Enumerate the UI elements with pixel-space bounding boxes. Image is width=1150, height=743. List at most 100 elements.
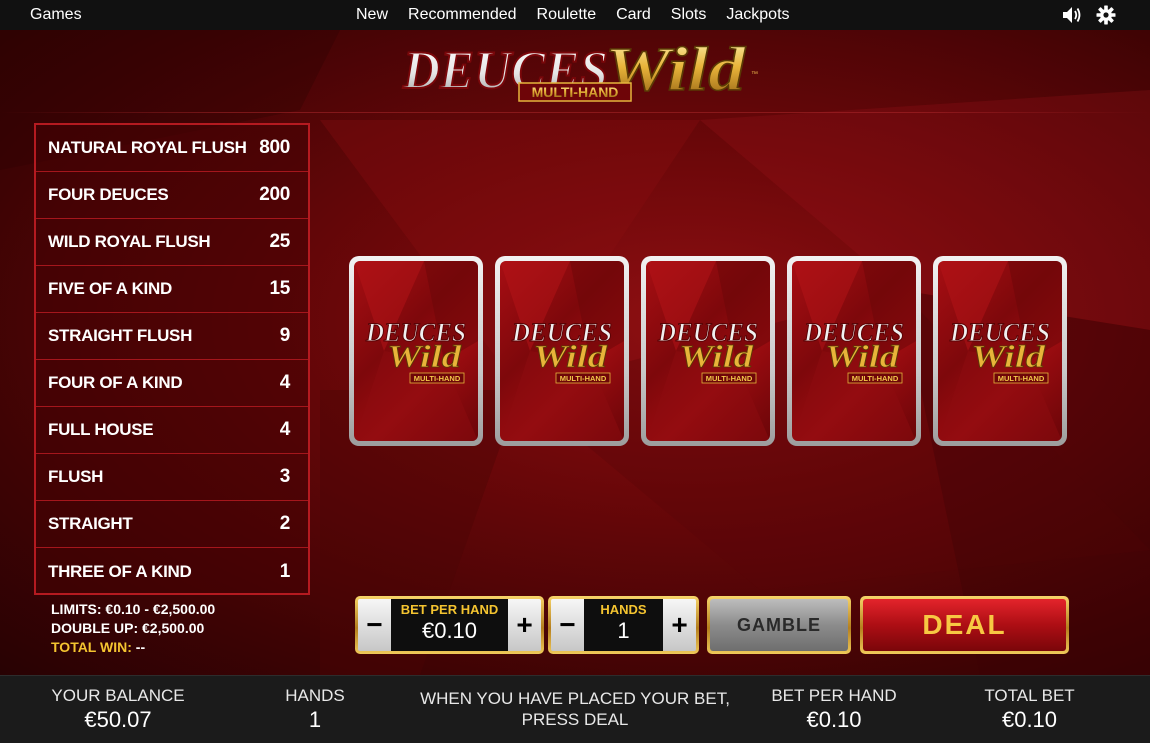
nav-item-new[interactable]: New <box>356 6 388 24</box>
paytable-pay: 800 <box>259 137 290 158</box>
paytable-row: FOUR OF A KIND 4 <box>36 360 308 407</box>
bet-per-hand-display-label: BET PER HAND <box>771 686 897 705</box>
status-message: WHEN YOU HAVE PLACED YOUR BET, PRESS DEA… <box>400 688 750 730</box>
card-slot-4[interactable]: DEUCES Wild MULTI-HAND <box>787 256 921 446</box>
card-title-2: Wild <box>533 338 608 374</box>
status-message-line-2: PRESS DEAL <box>521 710 629 729</box>
paytable-hand: NATURAL ROYAL FLUSH <box>48 138 247 157</box>
nav-item-jackpots[interactable]: Jackpots <box>726 6 789 24</box>
paytable-row: STRAIGHT FLUSH 9 <box>36 313 308 360</box>
nav-menu: New Recommended Roulette Card Slots Jack… <box>356 6 790 24</box>
paytable-hand: STRAIGHT <box>48 514 133 533</box>
nav-item-recommended[interactable]: Recommended <box>408 6 517 24</box>
bet-increase-button[interactable]: + <box>508 599 541 651</box>
paytable-hand: THREE OF A KIND <box>48 561 192 581</box>
bottom-status-bar: YOUR BALANCE €50.07 HANDS 1 WHEN YOU HAV… <box>0 675 1150 743</box>
balance-display: YOUR BALANCE €50.07 <box>48 686 188 733</box>
paytable-hand: FOUR OF A KIND <box>48 373 183 392</box>
nav-games[interactable]: Games <box>30 6 82 24</box>
card-back: DEUCES Wild MULTI-HAND <box>646 261 770 441</box>
card-back: DEUCES Wild MULTI-HAND <box>354 261 478 441</box>
paytable-pay: 2 <box>279 513 291 534</box>
bet-decrease-button[interactable]: − <box>358 599 391 651</box>
nav-item-slots[interactable]: Slots <box>671 6 707 24</box>
card-back: DEUCES Wild MULTI-HAND <box>792 261 916 441</box>
hands-display-label: HANDS <box>285 686 345 705</box>
paytable-row: FLUSH 3 <box>36 454 308 501</box>
paytable-pay: 3 <box>279 466 291 487</box>
card-back: DEUCES Wild MULTI-HAND <box>938 261 1062 441</box>
gear-icon[interactable] <box>1096 5 1116 30</box>
paytable-hand: FLUSH <box>48 467 104 486</box>
hands-display: HANDS 1 <box>270 686 360 733</box>
paytable-pay: 4 <box>279 419 291 440</box>
hands-increase-button[interactable]: + <box>663 599 696 651</box>
paytable-hand: WILD ROYAL FLUSH <box>48 232 211 251</box>
paytable-pay: 4 <box>279 372 291 393</box>
hands-label: HANDS <box>600 602 647 617</box>
bet-per-hand-display-value: €0.10 <box>806 707 862 732</box>
paytable-pay: 1 <box>279 560 291 582</box>
bet-per-hand-value: €0.10 <box>421 618 478 643</box>
card-slot-1[interactable]: DEUCES Wild MULTI-HAND <box>349 256 483 446</box>
status-message-line-1: WHEN YOU HAVE PLACED YOUR BET, <box>420 689 730 708</box>
gamble-button[interactable]: GAMBLE <box>707 596 851 654</box>
card-slot-3[interactable]: DEUCES Wild MULTI-HAND <box>641 256 775 446</box>
paytable-pay: 15 <box>269 278 290 299</box>
logo-subtitle: MULTI-HAND <box>532 84 619 100</box>
total-win-value: -- <box>135 639 146 655</box>
bet-per-hand-label: BET PER HAND <box>400 602 499 617</box>
bet-per-hand-display: BET PER HAND €0.10 <box>764 686 904 733</box>
card-title-2: Wild <box>387 338 462 374</box>
game-logo: DEUCES Wild ™ MULTI-HAND <box>395 32 765 105</box>
card-subtitle: MULTI-HAND <box>852 374 899 383</box>
card-title-2: Wild <box>679 338 754 374</box>
deal-button-label: DEAL <box>863 599 1066 651</box>
speaker-icon[interactable] <box>1062 5 1084 30</box>
hands-stepper: − HANDS 1 + <box>548 596 699 654</box>
paytable-row: STRAIGHT 2 <box>36 501 308 548</box>
bet-per-hand-stepper: − BET PER HAND €0.10 + <box>355 596 544 654</box>
card-back: DEUCES Wild MULTI-HAND <box>500 261 624 441</box>
paytable-pay: 25 <box>269 231 290 252</box>
game-area: DEUCES Wild ™ MULTI-HAND NATURAL ROYAL F… <box>0 30 1150 675</box>
paytable-row: FIVE OF A KIND 15 <box>36 266 308 313</box>
hands-display-value: 1 <box>308 707 322 732</box>
card-title-2: Wild <box>825 338 900 374</box>
paytable-pay: 9 <box>279 325 291 346</box>
double-up-text: DOUBLE UP: €2,500.00 <box>51 620 205 636</box>
limits-text: LIMITS: €0.10 - €2,500.00 <box>51 601 216 617</box>
card-subtitle: MULTI-HAND <box>414 374 461 383</box>
paytable-hand: FOUR DEUCES <box>48 185 169 204</box>
nav-item-roulette[interactable]: Roulette <box>537 6 597 24</box>
card-subtitle: MULTI-HAND <box>998 374 1045 383</box>
paytable-hand: FULL HOUSE <box>48 420 154 439</box>
paytable-row: NATURAL ROYAL FLUSH 800 <box>36 125 308 172</box>
paytable-hand: FIVE OF A KIND <box>48 279 172 298</box>
limits-info: LIMITS: €0.10 - €2,500.00 DOUBLE UP: €2,… <box>51 600 215 657</box>
paytable-row: FULL HOUSE 4 <box>36 407 308 454</box>
total-bet-value: €0.10 <box>1001 707 1058 732</box>
paytable-pay: 200 <box>259 184 290 205</box>
card-row: DEUCES Wild MULTI-HAND DEUCES Wild MULTI… <box>349 256 1067 446</box>
card-slot-2[interactable]: DEUCES Wild MULTI-HAND <box>495 256 629 446</box>
total-bet-label: TOTAL BET <box>984 686 1075 705</box>
hands-decrease-button[interactable]: − <box>551 599 584 651</box>
hands-value: 1 <box>617 618 630 643</box>
paytable-row: FOUR DEUCES 200 <box>36 172 308 219</box>
deal-button[interactable]: DEAL <box>860 596 1069 654</box>
top-nav-bar: Games New Recommended Roulette Card Slot… <box>0 0 1150 30</box>
paytable-row: THREE OF A KIND 1 <box>36 548 308 595</box>
paytable-hand: STRAIGHT FLUSH <box>48 326 193 345</box>
card-slot-5[interactable]: DEUCES Wild MULTI-HAND <box>933 256 1067 446</box>
nav-item-card[interactable]: Card <box>616 6 651 24</box>
nav-icons <box>1062 5 1116 30</box>
header-divider <box>0 112 1150 113</box>
balance-label: YOUR BALANCE <box>51 686 185 705</box>
balance-value: €50.07 <box>84 707 152 732</box>
card-subtitle: MULTI-HAND <box>706 374 753 383</box>
paytable-row: WILD ROYAL FLUSH 25 <box>36 219 308 266</box>
total-win: TOTAL WIN: -- <box>51 638 215 657</box>
total-win-label: TOTAL WIN: <box>51 639 132 655</box>
gamble-button-label: GAMBLE <box>710 599 848 651</box>
